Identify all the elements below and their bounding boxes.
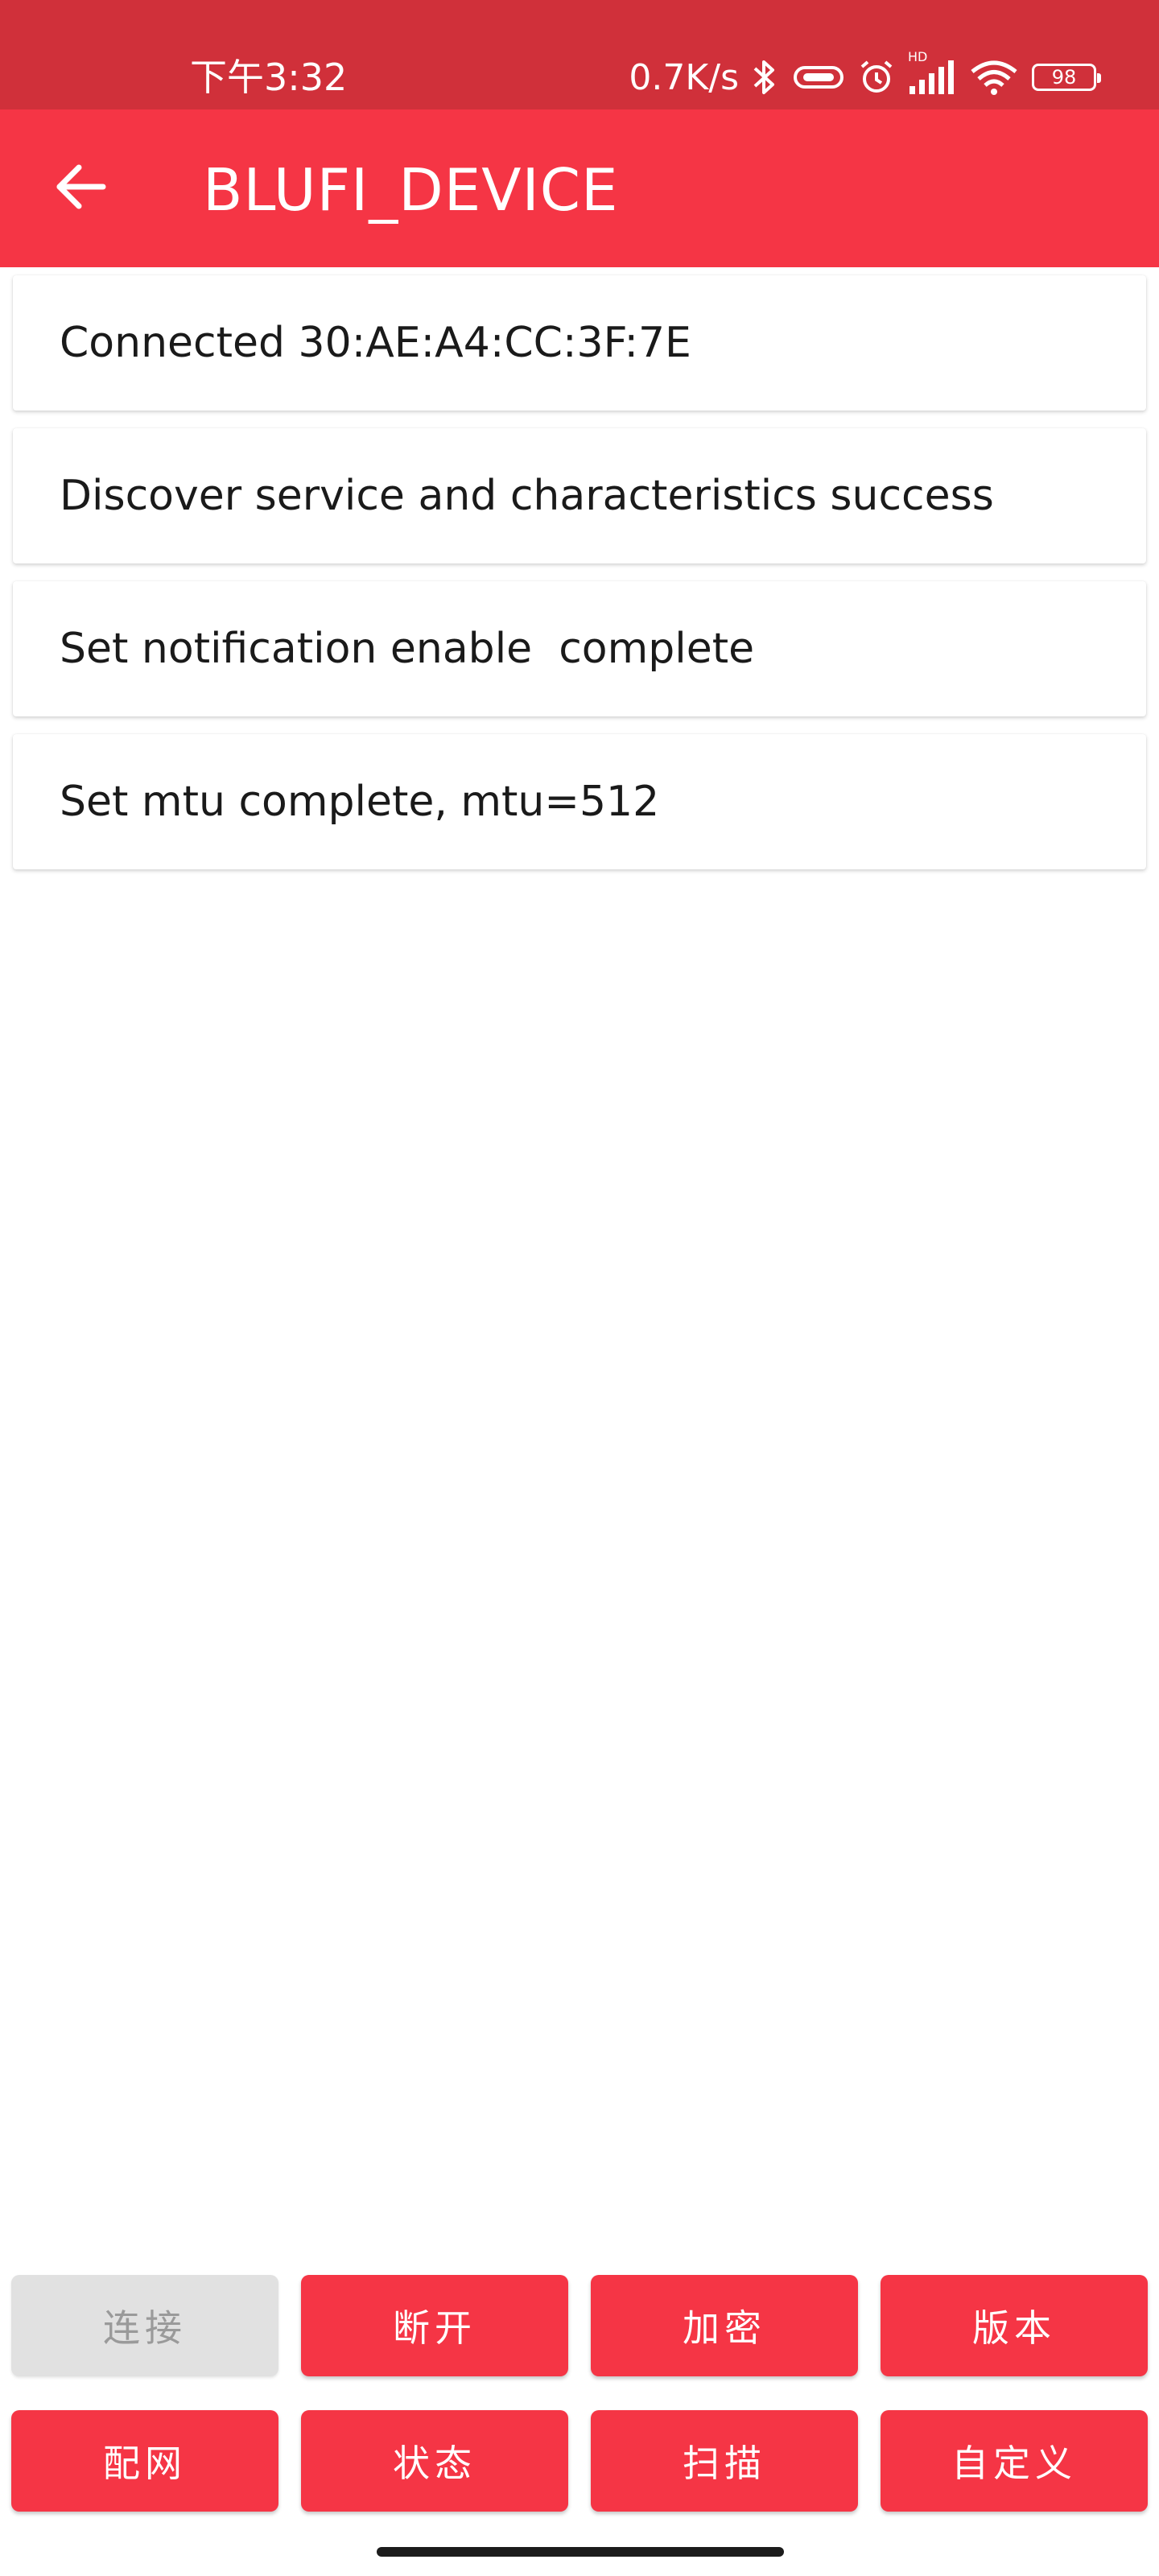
- arrow-left-icon: [55, 164, 106, 213]
- status-time: 下午3:32: [190, 56, 348, 99]
- log-item: Connected 30:AE:A4:CC:3F:7E: [13, 275, 1146, 411]
- signal-icon: HD: [908, 51, 956, 96]
- log-list: Connected 30:AE:A4:CC:3F:7E Discover ser…: [13, 275, 1146, 887]
- vibrate-icon: [792, 61, 845, 93]
- log-item: Set notification enable complete: [13, 581, 1146, 716]
- connect-button[interactable]: 连接: [11, 2275, 278, 2376]
- encrypt-button[interactable]: 加密: [591, 2275, 858, 2376]
- navigation-handle[interactable]: [377, 2547, 784, 2557]
- state-button[interactable]: 状态: [301, 2410, 568, 2512]
- status-bar: 下午3:32 0.7K/s HD 98: [0, 0, 1159, 109]
- log-item: Set mtu complete, mtu=512: [13, 734, 1146, 869]
- bluetooth-icon: [752, 59, 779, 96]
- status-icons: 0.7K/s HD 98: [629, 51, 1101, 101]
- wifi-icon: [969, 59, 1019, 96]
- battery-icon: 98: [1032, 64, 1101, 91]
- action-buttons: 连接 断开 加密 版本 配网 状态 扫描 自定义: [11, 2275, 1149, 2512]
- disconnect-button[interactable]: 断开: [301, 2275, 568, 2376]
- log-item: Discover service and characteristics suc…: [13, 428, 1146, 564]
- app-bar: BLUFI_DEVICE: [0, 109, 1159, 267]
- back-button[interactable]: [45, 153, 116, 224]
- page-title: BLUFI_DEVICE: [203, 156, 619, 224]
- hd-label: HD: [908, 49, 928, 64]
- scan-button[interactable]: 扫描: [591, 2410, 858, 2512]
- custom-button[interactable]: 自定义: [881, 2410, 1148, 2512]
- network-speed: 0.7K/s: [629, 56, 739, 98]
- alarm-icon: [858, 59, 895, 96]
- configure-network-button[interactable]: 配网: [11, 2410, 278, 2512]
- version-button[interactable]: 版本: [881, 2275, 1148, 2376]
- battery-level: 98: [1051, 66, 1077, 89]
